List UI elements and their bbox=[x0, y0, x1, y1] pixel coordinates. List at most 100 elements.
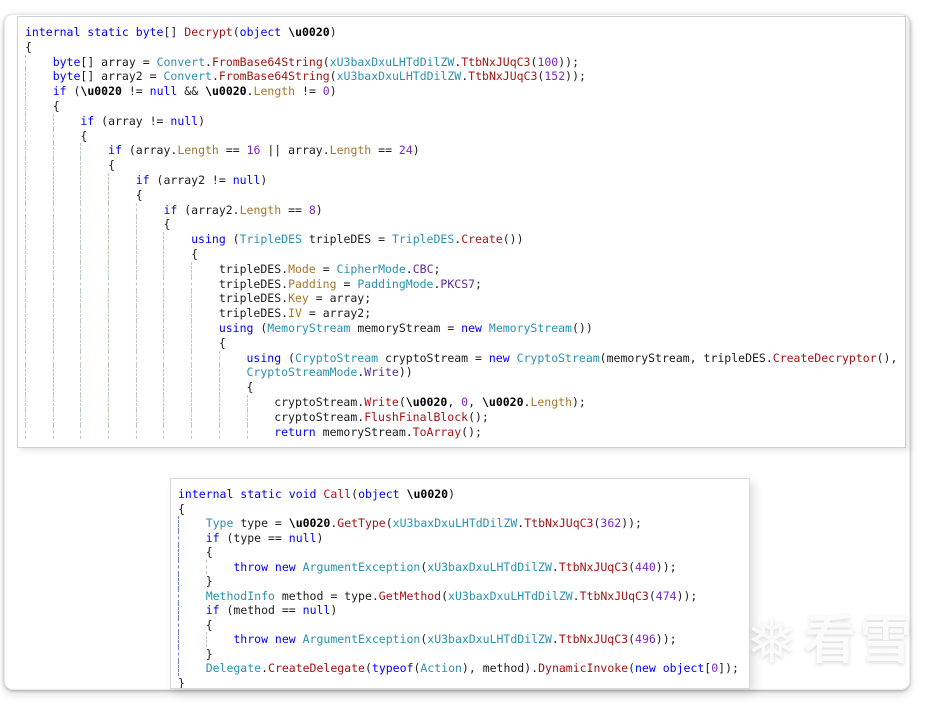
indent-guide bbox=[163, 261, 191, 277]
indent-guide bbox=[163, 306, 191, 321]
indent-guide bbox=[80, 335, 108, 351]
indent-guide bbox=[135, 380, 164, 395]
indent-guide bbox=[163, 409, 191, 425]
indent-guide bbox=[178, 617, 206, 632]
indent-guide bbox=[25, 158, 53, 173]
indent-guide bbox=[218, 424, 247, 440]
code-line: cryptoStream.FlushFinalBlock(); bbox=[25, 409, 905, 425]
indent-guide bbox=[218, 365, 247, 381]
indent-guide bbox=[135, 335, 164, 351]
indent-guide bbox=[246, 394, 275, 410]
indent-guide bbox=[178, 545, 206, 560]
indent-guide bbox=[80, 320, 108, 336]
indent-guide bbox=[108, 306, 136, 321]
code-line: tripleDES.IV = array2; bbox=[25, 306, 905, 321]
indent-guide bbox=[218, 409, 247, 425]
indent-guide bbox=[80, 409, 108, 425]
code-line: Delegate.CreateDelegate(typeof(Action), … bbox=[178, 661, 749, 676]
indent-guide bbox=[178, 603, 206, 618]
indent-guide bbox=[163, 424, 191, 440]
code-line: cryptoStream.Write(\u0020, 0, \u0020.Len… bbox=[25, 394, 905, 410]
indent-guide bbox=[108, 380, 136, 395]
indent-guide bbox=[25, 128, 53, 144]
indent-guide bbox=[135, 217, 164, 233]
indent-guide bbox=[108, 172, 136, 188]
indent-guide bbox=[25, 261, 53, 277]
code-line: if (array2 != null) bbox=[25, 172, 905, 188]
code-line: { bbox=[178, 545, 749, 560]
call-method-code-popup[interactable]: internal static void Call(object \u0020)… bbox=[170, 478, 750, 689]
indent-guide bbox=[246, 409, 275, 425]
indent-guide bbox=[218, 350, 247, 366]
indent-guide bbox=[80, 394, 108, 410]
code-line: CryptoStreamMode.Write)) bbox=[25, 365, 905, 381]
indent-guide bbox=[52, 158, 81, 173]
indent-guide bbox=[178, 516, 206, 531]
indent-guide bbox=[52, 394, 81, 410]
indent-guide bbox=[135, 246, 164, 262]
indent-guide bbox=[108, 232, 136, 247]
indent-guide bbox=[191, 380, 219, 395]
code-line: if (array != null) bbox=[25, 113, 905, 129]
indent-guide bbox=[135, 350, 164, 366]
indent-guide bbox=[25, 69, 53, 85]
indent-guide bbox=[178, 661, 206, 676]
indent-guide bbox=[163, 350, 191, 366]
code-line: { bbox=[25, 128, 905, 144]
code-line: if (array.Length == 16 || array.Length =… bbox=[25, 143, 905, 159]
indent-guide bbox=[108, 394, 136, 410]
indent-guide bbox=[163, 394, 191, 410]
indent-guide bbox=[191, 424, 219, 440]
indent-guide bbox=[191, 335, 219, 351]
indent-guide bbox=[108, 335, 136, 351]
indent-guide bbox=[52, 261, 81, 277]
indent-guide bbox=[80, 232, 108, 247]
indent-guide bbox=[80, 306, 108, 321]
code-line: { bbox=[25, 335, 905, 351]
indent-guide bbox=[52, 187, 81, 203]
indent-guide bbox=[80, 217, 108, 233]
indent-guide bbox=[52, 409, 81, 425]
indent-guide bbox=[80, 276, 108, 292]
indent-guide bbox=[52, 320, 81, 336]
indent-guide bbox=[52, 380, 81, 395]
indent-guide bbox=[108, 320, 136, 336]
code-line: } bbox=[178, 675, 185, 689]
indent-guide bbox=[25, 187, 53, 203]
indent-guide bbox=[80, 202, 108, 218]
kanxue-watermark: ❅ 看雪 bbox=[746, 610, 916, 672]
indent-guide bbox=[25, 320, 53, 336]
indent-guide bbox=[191, 261, 219, 277]
indent-guide bbox=[25, 246, 53, 262]
indent-guide bbox=[163, 291, 191, 307]
indent-guide bbox=[135, 291, 164, 307]
indent-guide bbox=[52, 202, 81, 218]
indent-guide bbox=[163, 246, 191, 262]
indent-guide bbox=[25, 98, 53, 114]
indent-guide bbox=[80, 158, 108, 173]
indent-guide bbox=[25, 380, 53, 395]
indent-guide bbox=[25, 172, 53, 188]
indent-guide bbox=[80, 187, 108, 203]
indent-guide bbox=[135, 306, 164, 321]
indent-guide bbox=[25, 350, 53, 366]
code-line: using (CryptoStream cryptoStream = new C… bbox=[25, 350, 905, 366]
indent-guide bbox=[52, 335, 81, 351]
indent-guide bbox=[218, 394, 247, 410]
indent-guide bbox=[108, 291, 136, 307]
decrypt-method-code-popup[interactable]: internal static byte[] Decrypt(object \u… bbox=[17, 16, 906, 448]
indent-guide bbox=[108, 187, 136, 203]
code-line: return memoryStream.ToArray(); bbox=[25, 424, 905, 440]
code-line: { bbox=[25, 246, 905, 262]
indent-guide bbox=[108, 424, 136, 440]
indent-guide bbox=[108, 202, 136, 218]
indent-guide bbox=[108, 409, 136, 425]
indent-guide bbox=[80, 424, 108, 440]
code-line: { bbox=[25, 98, 905, 114]
indent-guide bbox=[191, 394, 219, 410]
indent-guide bbox=[205, 632, 234, 647]
indent-guide bbox=[25, 113, 53, 129]
code-line: internal static void Call(object \u0020) bbox=[178, 487, 456, 501]
indent-guide bbox=[52, 365, 81, 381]
indent-guide bbox=[178, 574, 206, 589]
